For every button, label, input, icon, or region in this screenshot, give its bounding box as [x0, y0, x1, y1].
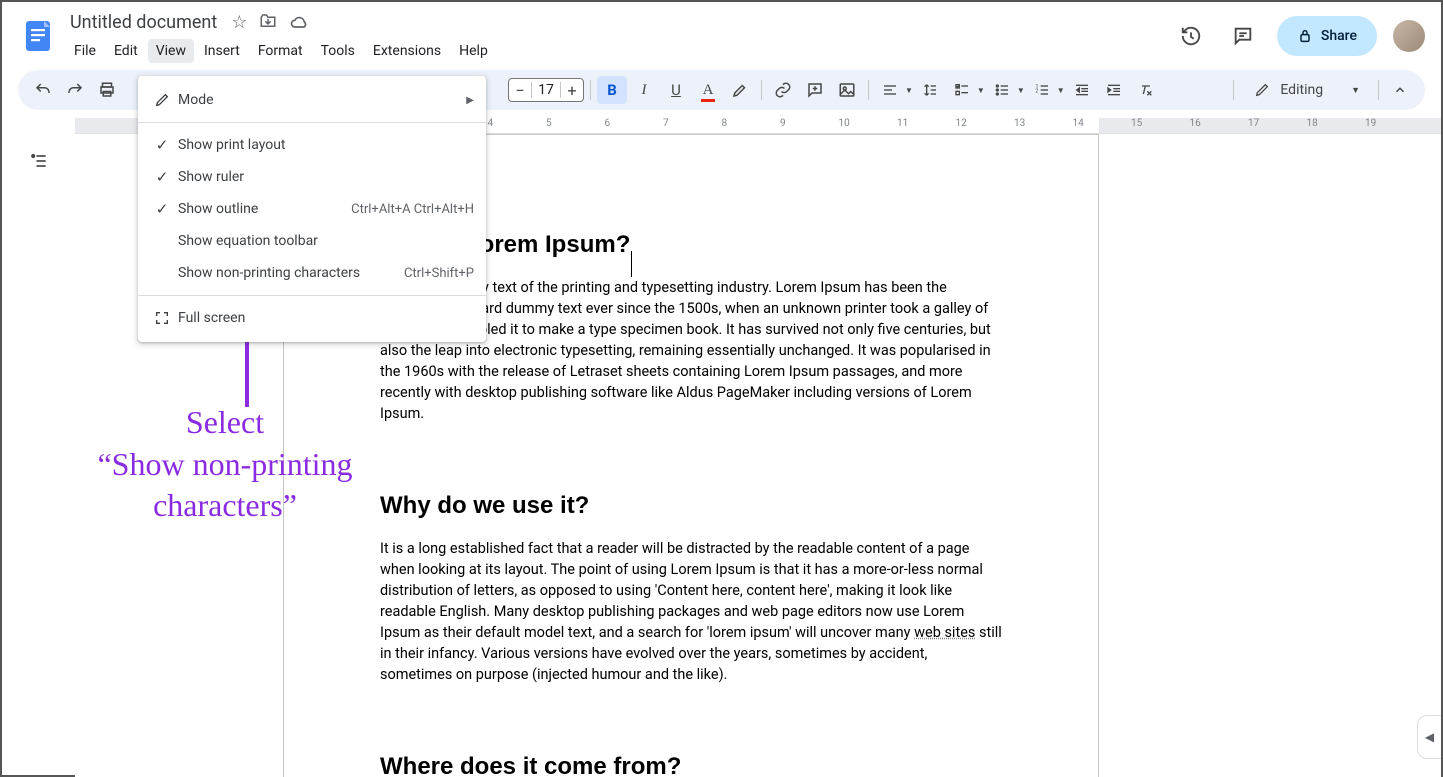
menu-format[interactable]: Format — [250, 39, 311, 63]
insert-link-button[interactable] — [768, 76, 798, 104]
star-icon[interactable]: ☆ — [231, 12, 247, 33]
view-menu-full-screen[interactable]: Full screen — [138, 302, 486, 334]
side-panel-toggle[interactable]: ◀ — [1417, 715, 1441, 759]
share-label: Share — [1321, 28, 1357, 44]
numbered-list-button[interactable]: 12 — [1027, 76, 1057, 104]
font-size-control[interactable]: − 17 + — [508, 78, 584, 102]
redo-button[interactable] — [60, 76, 90, 104]
cloud-status-icon[interactable] — [289, 12, 309, 33]
doc-title[interactable]: Untitled document — [64, 10, 223, 35]
avatar[interactable] — [1393, 20, 1425, 52]
view-menu-show-non-printing-characters[interactable]: Show non-printing charactersCtrl+Shift+P — [138, 257, 486, 289]
comments-icon[interactable] — [1225, 18, 1261, 54]
docs-logo[interactable] — [18, 16, 58, 56]
highlight-button[interactable] — [725, 76, 755, 104]
font-size-value[interactable]: 17 — [531, 82, 561, 98]
menu-extensions[interactable]: Extensions — [365, 39, 449, 63]
view-menu-show-ruler[interactable]: ✓Show ruler — [138, 161, 486, 193]
bold-button[interactable]: B — [597, 76, 627, 104]
text-color-button[interactable]: A — [693, 76, 723, 104]
view-menu-dropdown: Mode▶ ✓Show print layout✓Show ruler✓Show … — [138, 76, 486, 342]
indent-increase-button[interactable] — [1099, 76, 1129, 104]
font-size-increase[interactable]: + — [561, 81, 583, 100]
menu-help[interactable]: Help — [451, 39, 496, 63]
underline-button[interactable]: U — [661, 76, 691, 104]
menu-tools[interactable]: Tools — [313, 39, 363, 63]
align-button[interactable] — [875, 76, 905, 104]
view-menu-show-outline[interactable]: ✓Show outlineCtrl+Alt+A Ctrl+Alt+H — [138, 193, 486, 225]
show-outline-button[interactable] — [24, 146, 54, 176]
font-size-decrease[interactable]: − — [509, 81, 531, 100]
text-cursor — [631, 251, 632, 277]
menu-view[interactable]: View — [148, 39, 194, 63]
bulleted-list-button[interactable] — [987, 76, 1017, 104]
collapse-toolbar-button[interactable] — [1385, 76, 1415, 104]
heading-3: Where does it come from? — [380, 753, 1002, 777]
move-icon[interactable] — [259, 12, 277, 33]
insert-comment-button[interactable] — [800, 76, 830, 104]
svg-text:2: 2 — [1035, 89, 1038, 95]
view-menu-mode[interactable]: Mode▶ — [138, 84, 486, 116]
insert-image-button[interactable] — [832, 76, 862, 104]
italic-button[interactable]: I — [629, 76, 659, 104]
view-menu-show-equation-toolbar[interactable]: Show equation toolbar — [138, 225, 486, 257]
menu-file[interactable]: File — [66, 39, 104, 63]
checklist-button[interactable] — [947, 76, 977, 104]
line-spacing-button[interactable] — [915, 76, 945, 104]
indent-decrease-button[interactable] — [1067, 76, 1097, 104]
undo-button[interactable] — [28, 76, 58, 104]
editing-mode-button[interactable]: Editing ▼ — [1240, 76, 1372, 104]
menu-edit[interactable]: Edit — [106, 39, 146, 63]
heading-1: Lorem Ipsum? — [465, 231, 630, 259]
annotation-text: Select“Show non-printingcharacters” — [50, 402, 400, 527]
paragraph-2: It is a long established fact that a rea… — [380, 538, 1002, 685]
history-icon[interactable] — [1173, 18, 1209, 54]
share-button[interactable]: Share — [1277, 16, 1377, 56]
print-button[interactable] — [92, 76, 122, 104]
heading-2: Why do we use it? — [380, 492, 1002, 520]
menu-insert[interactable]: Insert — [196, 39, 248, 63]
editing-mode-label: Editing — [1280, 82, 1323, 98]
clear-formatting-button[interactable] — [1131, 76, 1161, 104]
view-menu-show-print-layout[interactable]: ✓Show print layout — [138, 129, 486, 161]
